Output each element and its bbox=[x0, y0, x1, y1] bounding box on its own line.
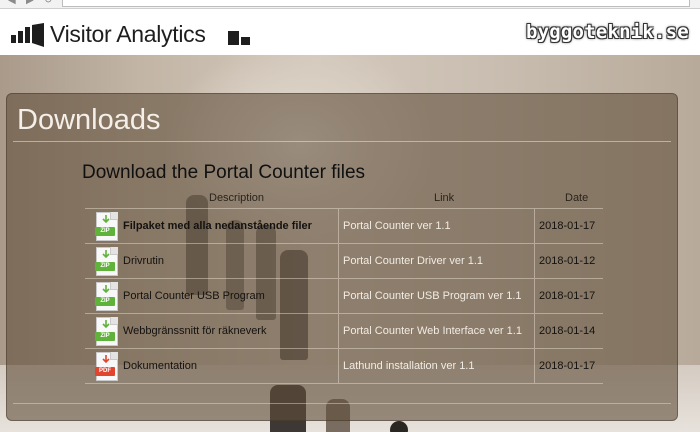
date-cell: 2018-01-17 bbox=[534, 279, 603, 313]
download-arrow-icon bbox=[102, 355, 110, 364]
download-link[interactable]: Portal Counter ver 1.1 bbox=[343, 220, 451, 232]
bar-chart-logo-icon bbox=[11, 23, 44, 47]
watermark: byggoteknik.se bbox=[526, 21, 689, 43]
zip-file-icon[interactable]: ZIP bbox=[95, 317, 118, 346]
table-row: ZIP Webbgränssnitt för räkneverk Portal Co… bbox=[85, 313, 603, 348]
download-link[interactable]: Portal Counter Web Interface ver 1.1 bbox=[343, 325, 522, 337]
date-cell: 2018-01-17 bbox=[534, 349, 603, 383]
table-row: ZIP Drivrutin Portal Counter Driver ver 1.… bbox=[85, 243, 603, 278]
file-type-tag: ZIP bbox=[95, 332, 115, 341]
divider bbox=[13, 141, 671, 142]
brand-name[interactable]: Visitor Analytics bbox=[50, 21, 206, 48]
column-header-description: Description bbox=[209, 192, 265, 204]
column-header-date: Date bbox=[565, 192, 589, 204]
file-fold-shape bbox=[110, 212, 118, 220]
site-header: Visitor Analytics byggoteknik.se bbox=[0, 9, 700, 55]
downloads-panel: Downloads Download the Portal Counter fi… bbox=[6, 93, 678, 421]
zip-file-icon[interactable]: ZIP bbox=[95, 247, 118, 276]
column-header-link: Link bbox=[434, 192, 455, 204]
back-arrow-icon[interactable]: ◀ bbox=[8, 0, 18, 6]
download-link[interactable]: Portal Counter USB Program ver 1.1 bbox=[343, 290, 522, 302]
download-link[interactable]: Portal Counter Driver ver 1.1 bbox=[343, 255, 483, 267]
forward-arrow-icon[interactable]: ▶ bbox=[26, 0, 36, 6]
download-arrow-icon bbox=[102, 320, 110, 329]
date-cell: 2018-01-12 bbox=[534, 244, 603, 278]
file-description: Webbgränssnitt för räkneverk bbox=[123, 325, 267, 337]
file-type-tag: PDF bbox=[95, 367, 115, 376]
pdf-file-icon[interactable]: PDF bbox=[95, 352, 118, 381]
description-cell: ZIP Webbgränssnitt för räkneverk bbox=[85, 314, 339, 348]
description-cell: ZIP Filpaket med alla nedanstående filer bbox=[85, 209, 339, 243]
download-link[interactable]: Lathund installation ver 1.1 bbox=[343, 360, 474, 372]
file-type-tag: ZIP bbox=[95, 262, 115, 271]
zip-file-icon[interactable]: ZIP bbox=[95, 212, 118, 241]
table-row: PDF Dokumentation Lathund installation ver… bbox=[85, 348, 603, 384]
description-cell: PDF Dokumentation bbox=[85, 349, 339, 383]
link-cell: Portal Counter Web Interface ver 1.1 bbox=[338, 314, 535, 348]
download-arrow-icon bbox=[102, 215, 110, 224]
description-cell: ZIP Drivrutin bbox=[85, 244, 339, 278]
download-arrow-icon bbox=[102, 285, 110, 294]
file-date: 2018-01-17 bbox=[539, 290, 596, 302]
file-type-tag: ZIP bbox=[95, 297, 115, 306]
file-fold-shape bbox=[110, 282, 118, 290]
file-date: 2018-01-14 bbox=[539, 325, 596, 337]
file-description: Portal Counter USB Program bbox=[123, 290, 265, 302]
link-cell: Portal Counter ver 1.1 bbox=[338, 209, 535, 243]
table-header: Description Link Date bbox=[85, 192, 603, 208]
background-head bbox=[390, 421, 408, 432]
table-row: ZIP Portal Counter USB Program Portal Coun… bbox=[85, 278, 603, 313]
file-date: 2018-01-17 bbox=[539, 360, 596, 372]
file-fold-shape bbox=[110, 247, 118, 255]
date-cell: 2018-01-14 bbox=[534, 314, 603, 348]
file-description: Dokumentation bbox=[123, 360, 197, 372]
address-bar[interactable] bbox=[62, 0, 690, 7]
date-cell: 2018-01-17 bbox=[534, 209, 603, 243]
file-date: 2018-01-12 bbox=[539, 255, 596, 267]
divider bbox=[13, 403, 671, 404]
file-fold-shape bbox=[110, 352, 118, 360]
link-cell: Lathund installation ver 1.1 bbox=[338, 349, 535, 383]
zip-file-icon[interactable]: ZIP bbox=[95, 282, 118, 311]
file-date: 2018-01-17 bbox=[539, 220, 596, 232]
bar-logo-icon bbox=[228, 31, 250, 45]
page-title: Downloads bbox=[17, 104, 161, 136]
section-title: Download the Portal Counter files bbox=[82, 162, 366, 183]
file-type-tag: ZIP bbox=[95, 227, 115, 236]
table-row: ZIP Filpaket med alla nedanstående filer P… bbox=[85, 208, 603, 243]
downloads-table: Description Link Date ZIP Filpaket med al… bbox=[85, 192, 603, 384]
description-cell: ZIP Portal Counter USB Program bbox=[85, 279, 339, 313]
browser-toolbar: ◀ ▶ ↻ bbox=[0, 0, 700, 9]
download-arrow-icon bbox=[102, 250, 110, 259]
file-fold-shape bbox=[110, 317, 118, 325]
link-cell: Portal Counter Driver ver 1.1 bbox=[338, 244, 535, 278]
link-cell: Portal Counter USB Program ver 1.1 bbox=[338, 279, 535, 313]
file-description: Drivrutin bbox=[123, 255, 164, 267]
file-description: Filpaket med alla nedanstående filer bbox=[123, 220, 312, 232]
reload-icon[interactable]: ↻ bbox=[44, 0, 54, 6]
